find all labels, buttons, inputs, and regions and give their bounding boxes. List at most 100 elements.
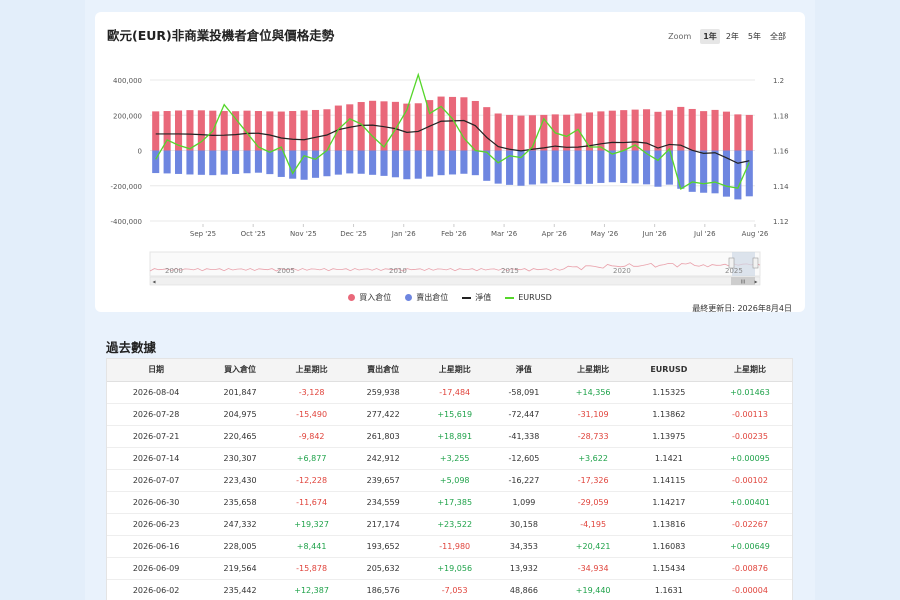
table-cell: 34,353 xyxy=(491,535,557,558)
col-eurusd: EURUSD xyxy=(629,359,708,382)
short-position-bar xyxy=(597,150,605,183)
short-position-bar xyxy=(688,150,696,192)
legend-item-eurusd[interactable]: EURUSD xyxy=(505,292,552,303)
navigator-area xyxy=(149,251,761,277)
table-header-row: 日期 買入倉位 上星期比 賣出倉位 上星期比 淨值 上星期比 EURUSD 上星… xyxy=(107,359,792,382)
navigator-year-label: 2000 xyxy=(165,267,183,275)
legend-item-long[interactable]: 買入倉位 xyxy=(348,292,391,303)
table-cell: 2026-07-21 xyxy=(107,425,206,448)
table-cell: 2026-06-02 xyxy=(107,579,206,600)
position-chart[interactable]: 400,000 200,000 0 -200,000 -400,000 1.2 1.18 1.… xyxy=(95,12,805,292)
x-axis-label: Apr '26 xyxy=(542,230,568,238)
x-axis-label: Dec '25 xyxy=(340,230,367,238)
legend-eurusd-label: EURUSD xyxy=(518,293,552,302)
long-position-bar xyxy=(745,114,753,151)
short-position-bar xyxy=(243,150,251,174)
table-cell: -0.00004 xyxy=(707,579,792,600)
table-cell: -0.00102 xyxy=(707,469,792,492)
table-cell: 1.13862 xyxy=(629,403,708,426)
col-net-change: 上星期比 xyxy=(556,359,630,382)
long-position-bar xyxy=(277,111,285,151)
table-cell: +3,255 xyxy=(418,447,492,470)
legend-short-marker xyxy=(405,294,413,301)
table-cell: +17,385 xyxy=(418,491,492,514)
table-cell: 239,657 xyxy=(348,469,419,492)
scroll-left-arrow: ◂ xyxy=(152,279,155,286)
table-cell: -11,674 xyxy=(274,491,349,514)
table-cell: 13,932 xyxy=(491,557,557,580)
table-cell: 1.14115 xyxy=(629,469,708,492)
table-cell: 2026-06-16 xyxy=(107,535,206,558)
short-position-bar xyxy=(631,150,639,184)
y-right-tick-label: 1.18 xyxy=(773,112,789,120)
legend-eurusd-marker xyxy=(505,296,515,299)
short-position-bar xyxy=(391,150,399,178)
table-cell: 1.13816 xyxy=(629,513,708,536)
table-cell: -4,195 xyxy=(556,513,630,536)
short-position-bar xyxy=(608,150,616,183)
short-position-bar xyxy=(654,150,662,187)
table-cell: 247,332 xyxy=(205,513,275,536)
y-right-tick-label: 1.16 xyxy=(773,148,789,156)
short-position-bar xyxy=(460,150,468,174)
table-cell: -41,338 xyxy=(491,425,557,448)
long-position-bar xyxy=(266,111,274,151)
short-position-bar xyxy=(209,150,217,176)
table-cell: 186,576 xyxy=(348,579,419,600)
table-cell: 1.16083 xyxy=(629,535,708,558)
table-cell: 1.15325 xyxy=(629,381,708,404)
table-cell: 242,912 xyxy=(348,447,419,470)
table-cell: -0.00235 xyxy=(707,425,792,448)
legend-short-label: 賣出倉位 xyxy=(416,293,449,302)
legend-item-net[interactable]: 淨值 xyxy=(462,292,491,303)
table-cell: +14,356 xyxy=(556,381,630,404)
long-position-bar xyxy=(517,115,525,151)
table-cell: -34,934 xyxy=(556,557,630,580)
short-position-bar xyxy=(745,150,753,197)
x-axis-label: Oct '25 xyxy=(241,230,266,238)
table-cell: 2026-06-30 xyxy=(107,491,206,514)
short-position-bar xyxy=(346,150,354,174)
long-position-bar xyxy=(414,103,422,151)
navigator-year-label: 2015 xyxy=(501,267,519,275)
long-position-bar xyxy=(334,105,342,151)
navigator-year-label: 2025 xyxy=(725,267,743,275)
short-position-bar xyxy=(232,150,240,174)
table-cell: 2026-07-07 xyxy=(107,469,206,492)
table-cell: 2026-06-23 xyxy=(107,513,206,536)
table-row: 2026-07-14 230,307 +6,877 242,912 +3,255 -12,… xyxy=(107,447,792,470)
table-cell: 261,803 xyxy=(348,425,419,448)
long-position-bar xyxy=(734,114,742,151)
short-position-bar xyxy=(448,150,457,175)
chart-legend: 買入倉位 賣出倉位 淨值 EURUSD xyxy=(95,292,805,303)
col-short: 賣出倉位 xyxy=(348,359,419,382)
table-row: 2026-07-21 220,465 -9,842 261,803 +18,891 -41… xyxy=(107,425,792,448)
short-position-bar xyxy=(426,150,434,177)
short-position-bar xyxy=(563,150,571,184)
table-cell: -17,484 xyxy=(418,381,492,404)
y-right-tick-label: 1.14 xyxy=(773,183,789,191)
long-position-bar xyxy=(700,111,708,151)
table-cell: -0.00876 xyxy=(707,557,792,580)
table-cell: 235,658 xyxy=(205,491,275,514)
table-cell: +19,056 xyxy=(418,557,492,580)
x-axis-label: Jun '26 xyxy=(642,230,668,238)
y-left-tick-label: -200,000 xyxy=(111,183,142,191)
table-row: 2026-06-09 219,564 -15,878 205,632 +19,056 13… xyxy=(107,557,792,580)
table-cell: 235,442 xyxy=(205,579,275,600)
x-axis-label: Jul '26 xyxy=(693,230,716,238)
page-background-right xyxy=(815,0,900,600)
long-position-bar xyxy=(220,111,228,151)
table-cell: -11,980 xyxy=(418,535,492,558)
legend-item-short[interactable]: 賣出倉位 xyxy=(405,292,448,303)
short-position-bar xyxy=(186,150,194,175)
table-cell: 1.1631 xyxy=(629,579,708,600)
table-cell: 2026-06-09 xyxy=(107,557,206,580)
table-cell: +0.01463 xyxy=(707,381,792,404)
scrollbar-grip: III xyxy=(741,280,745,286)
table-cell: +0.00401 xyxy=(707,491,792,514)
table-cell: 193,652 xyxy=(348,535,419,558)
table-cell: 2026-07-28 xyxy=(107,403,206,426)
y-left-tick-label: 0 xyxy=(138,148,142,156)
scroll-right-arrow: ▸ xyxy=(754,279,757,286)
